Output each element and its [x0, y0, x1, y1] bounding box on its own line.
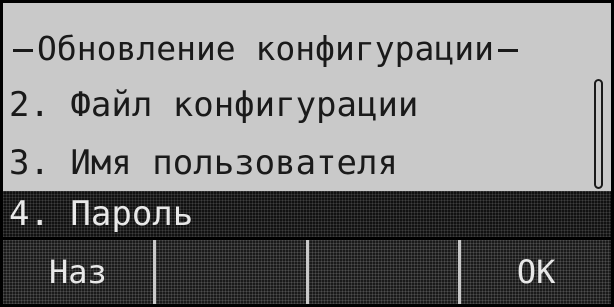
menu-item-label: 2. Файл конфигурации — [9, 85, 419, 125]
title-dash-left — [13, 49, 33, 52]
menu-item-username[interactable]: 3. Имя пользователя — [3, 135, 611, 191]
title-dash-right — [497, 49, 518, 52]
softkey-empty-3[interactable] — [308, 240, 462, 304]
scrollbar[interactable] — [594, 79, 603, 189]
title-text: Обновление конфигурации — [37, 29, 494, 68]
menu-item-password-selected[interactable]: 4. Пароль — [3, 191, 611, 237]
screen-title: Обновление конфигурации — [3, 21, 611, 77]
softkey-ok[interactable]: ОК — [461, 240, 611, 304]
menu-item-config-file[interactable]: 2. Файл конфигурации — [3, 77, 611, 133]
lcd-screen: Обновление конфигурации 2. Файл конфигур… — [0, 0, 614, 307]
softkey-bar: Наз ОК — [3, 237, 611, 304]
menu-item-label: 4. Пароль — [9, 194, 194, 234]
menu-item-label: 3. Имя пользователя — [9, 143, 398, 183]
softkey-empty-2[interactable] — [155, 240, 309, 304]
softkey-back[interactable]: Наз — [3, 240, 156, 304]
